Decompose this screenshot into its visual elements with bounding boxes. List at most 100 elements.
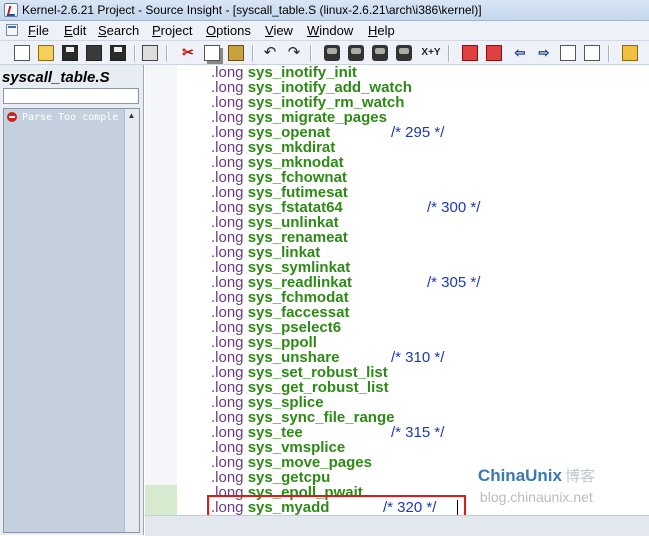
find-icon[interactable] [324, 45, 340, 61]
bookmark-next-icon[interactable] [486, 45, 502, 61]
code-line[interactable]: .long sys_set_robust_list [211, 365, 388, 380]
code-line[interactable]: .long sys_faccessat [211, 305, 349, 320]
back-icon[interactable]: ⇦ [512, 45, 528, 61]
symbol-list-item[interactable]: Parse Too comple [6, 111, 124, 124]
code-line[interactable]: .long sys_fchmodat [211, 290, 349, 305]
menu-view[interactable]: View [265, 23, 293, 38]
code-line[interactable]: .long sys_tee/* 315 */ [211, 425, 444, 440]
menu-options[interactable]: Options [206, 23, 251, 38]
toolbar-separator [134, 45, 136, 62]
menu-edit-label: dit [72, 23, 87, 38]
code-line[interactable]: .long sys_fchownat [211, 170, 347, 185]
code-line[interactable]: .long sys_readlinkat/* 305 */ [211, 275, 480, 290]
watermark-brand-cn: 博客 [564, 468, 595, 485]
bookmark-prev-icon[interactable] [462, 45, 478, 61]
paste-icon[interactable] [228, 45, 244, 61]
menu-bar: File Edit Search Project Options View Wi… [0, 21, 649, 41]
save-all-icon[interactable] [86, 45, 102, 61]
menu-window-label: indow [319, 23, 354, 38]
menu-project-mnemonic: P [152, 23, 161, 38]
menu-help-mnemonic: H [368, 23, 378, 38]
find-prev-icon[interactable] [372, 45, 388, 61]
code-line[interactable]: .long sys_unlinkat [211, 215, 339, 230]
menu-window-mnemonic: W [307, 23, 320, 38]
find-all-icon[interactable] [396, 45, 412, 61]
window-title: Kernel-2.6.21 Project - Source Insight -… [22, 3, 482, 17]
editor-bottom-bar [145, 515, 649, 536]
cut-icon[interactable]: ✂ [180, 45, 196, 61]
code-line[interactable]: .long sys_vmsplice [211, 440, 345, 455]
watermark: ChinaUnix 博客 blog.chinaunix.net [478, 465, 595, 505]
code-line[interactable]: .long sys_inotify_add_watch [211, 80, 412, 95]
symbol-window: syscall_table.S Parse Too comple ▲ [0, 65, 144, 535]
copy-icon[interactable] [204, 45, 220, 61]
menu-file[interactable]: File [28, 23, 49, 38]
code-line[interactable]: .long sys_ppoll [211, 335, 317, 350]
editor-gutter[interactable] [145, 65, 177, 535]
code-line[interactable]: .long sys_inotify_init [211, 65, 357, 80]
syscall-number-comment: /* 295 */ [391, 124, 445, 141]
code-line[interactable]: .long sys_mknodat [211, 155, 344, 170]
new-file-icon[interactable] [14, 45, 30, 61]
menu-search[interactable]: Search [98, 23, 139, 38]
menu-options-label: ptions [216, 23, 251, 38]
menu-edit-mnemonic: E [64, 23, 73, 38]
document-window-icon[interactable] [6, 24, 18, 36]
toolbar-separator [608, 45, 610, 62]
code-line[interactable]: .long sys_renameat [211, 230, 348, 245]
save-icon[interactable] [62, 45, 78, 61]
title-bar: Kernel-2.6.21 Project - Source Insight -… [0, 0, 649, 21]
forward-icon[interactable]: ⇨ [536, 45, 552, 61]
code-line[interactable]: .long sys_pselect6 [211, 320, 341, 335]
menu-search-mnemonic: S [98, 23, 107, 38]
code-line[interactable]: .long sys_linkat [211, 245, 320, 260]
menu-file-label: ile [35, 23, 49, 38]
undo-icon[interactable]: ↶ [262, 45, 278, 61]
syscall-number-comment: /* 300 */ [427, 199, 481, 216]
code-line[interactable]: .long sys_sync_file_range [211, 410, 394, 425]
code-editor[interactable]: .long sys_inotify_init .long sys_inotify_… [145, 65, 649, 536]
source-insight-app-icon[interactable] [4, 3, 18, 17]
watermark-url: blog.chinaunix.net [479, 489, 593, 505]
print-icon[interactable] [142, 45, 158, 61]
menu-window[interactable]: Window [307, 23, 353, 38]
code-line[interactable]: .long sys_openat/* 295 */ [211, 125, 444, 140]
menu-options-mnemonic: O [206, 23, 217, 38]
replace-icon[interactable]: X+Y [420, 45, 442, 61]
error-icon [7, 112, 17, 122]
code-line[interactable]: .long sys_futimesat [211, 185, 348, 200]
code-line[interactable]: .long sys_move_pages [211, 455, 372, 470]
close-file-icon[interactable] [110, 45, 126, 61]
indent-right-icon[interactable] [584, 45, 600, 61]
code-line[interactable]: .long sys_mkdirat [211, 140, 335, 155]
symbol-search-input[interactable] [3, 88, 139, 104]
code-line[interactable]: .long sys_fstatat64/* 300 */ [211, 200, 480, 215]
code-line[interactable]: .long sys_get_robust_list [211, 380, 389, 395]
menu-project[interactable]: Project [152, 23, 192, 38]
indent-left-icon[interactable] [560, 45, 576, 61]
redo-icon[interactable]: ↷ [286, 45, 302, 61]
code-line[interactable]: .long sys_inotify_rm_watch [211, 95, 404, 110]
code-line[interactable]: .long sys_unshare/* 310 */ [211, 350, 444, 365]
menu-help[interactable]: Help [368, 23, 395, 38]
toolbar-separator [310, 45, 312, 62]
selection-margin-highlight [145, 485, 177, 515]
find-next-icon[interactable] [348, 45, 364, 61]
toolbar: ✂ ↶ ↷ X+Y ⇦ ⇨ [0, 41, 649, 65]
menu-view-label: iew [273, 23, 293, 38]
code-line[interactable]: .long sys_splice [211, 395, 324, 410]
menu-help-label: elp [377, 23, 395, 38]
syscall-number-comment: /* 310 */ [391, 349, 445, 366]
watermark-brand: ChinaUnix 博客 [478, 466, 595, 485]
code-line[interactable]: .long sys_migrate_pages [211, 110, 387, 125]
toolbar-separator [252, 45, 254, 62]
symbol-list-scrollbar[interactable]: ▲ [124, 109, 139, 532]
code-line[interactable]: .long sys_getcpu [211, 470, 330, 485]
scroll-up-arrow-icon[interactable]: ▲ [126, 110, 137, 121]
symbol-list[interactable]: Parse Too comple ▲ [3, 108, 140, 533]
symbol-window-file-name: syscall_table.S [2, 69, 110, 86]
open-folder-icon[interactable] [38, 45, 54, 61]
menu-edit[interactable]: Edit [64, 23, 86, 38]
lock-icon[interactable] [622, 45, 638, 61]
code-line[interactable]: .long sys_symlinkat [211, 260, 350, 275]
